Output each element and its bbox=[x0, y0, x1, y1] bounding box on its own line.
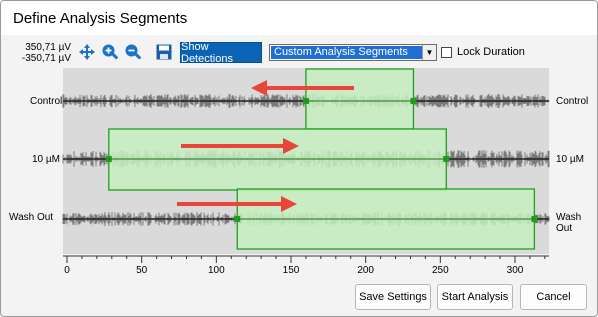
x-tick-label: 250 bbox=[432, 265, 449, 276]
start-analysis-button[interactable]: Start Analysis bbox=[437, 284, 513, 310]
x-tick-label: 0 bbox=[64, 265, 70, 276]
direction-arrow-head bbox=[251, 80, 267, 96]
x-axis: 0 50 100 150 200 250 300 bbox=[63, 255, 549, 276]
x-tick-label: 300 bbox=[507, 265, 524, 276]
cancel-button[interactable]: Cancel bbox=[520, 284, 587, 310]
x-tick-label: 200 bbox=[357, 265, 374, 276]
x-tick-label: 100 bbox=[208, 265, 225, 276]
x-tick-label: 150 bbox=[283, 265, 300, 276]
plot-overlay: 0 50 100 150 200 250 300 bbox=[62, 68, 550, 276]
define-segments-window: Define Analysis Segments 350,71 µV -350,… bbox=[0, 0, 598, 317]
x-tick-label: 50 bbox=[136, 265, 148, 276]
save-settings-button[interactable]: Save Settings bbox=[355, 284, 431, 310]
analysis-segment[interactable] bbox=[305, 68, 415, 130]
